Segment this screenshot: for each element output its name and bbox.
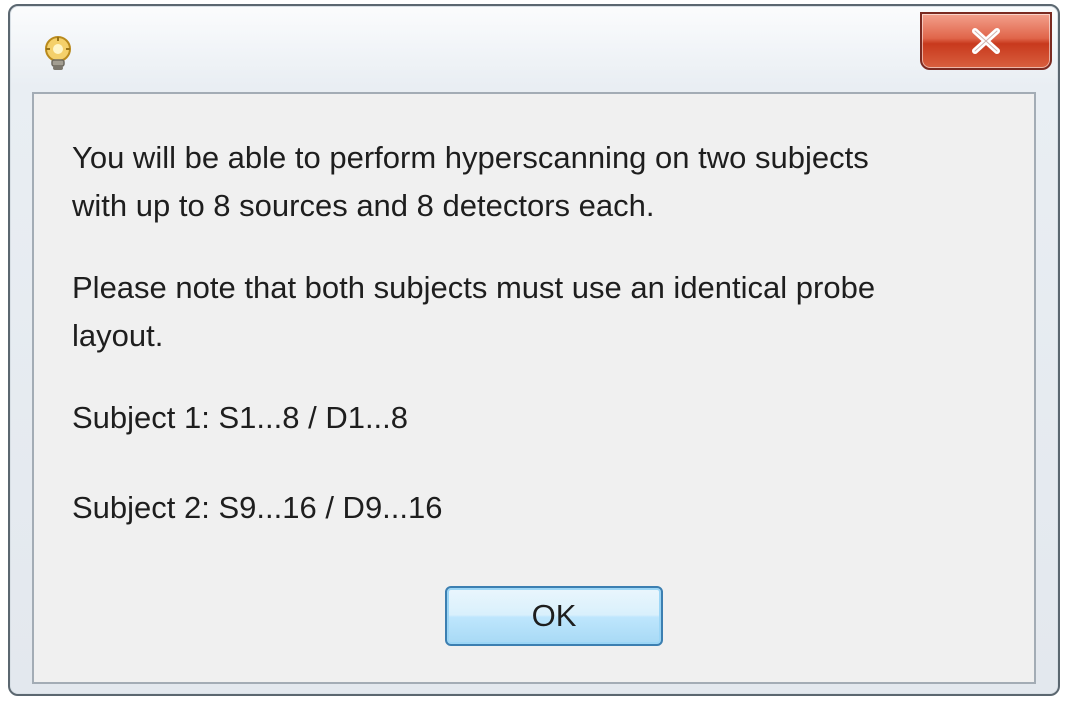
message-panel: You will be able to perform hyperscannin… [32,92,1036,684]
message-probe-layout: Please note that both subjects must use … [72,270,876,353]
lightbulb-gear-icon [38,34,78,74]
close-button[interactable] [920,12,1052,70]
subject-1-channels: Subject 1: S1...8 / D1...8 [72,400,409,435]
title-bar[interactable] [10,6,1058,92]
subject-2-channels: Subject 2: S9...16 / D9...16 [72,490,443,525]
dialog-window: You will be able to perform hyperscannin… [8,4,1060,696]
ok-button[interactable]: OK [445,586,663,646]
message-hyperscanning: You will be able to perform hyperscannin… [72,140,869,223]
